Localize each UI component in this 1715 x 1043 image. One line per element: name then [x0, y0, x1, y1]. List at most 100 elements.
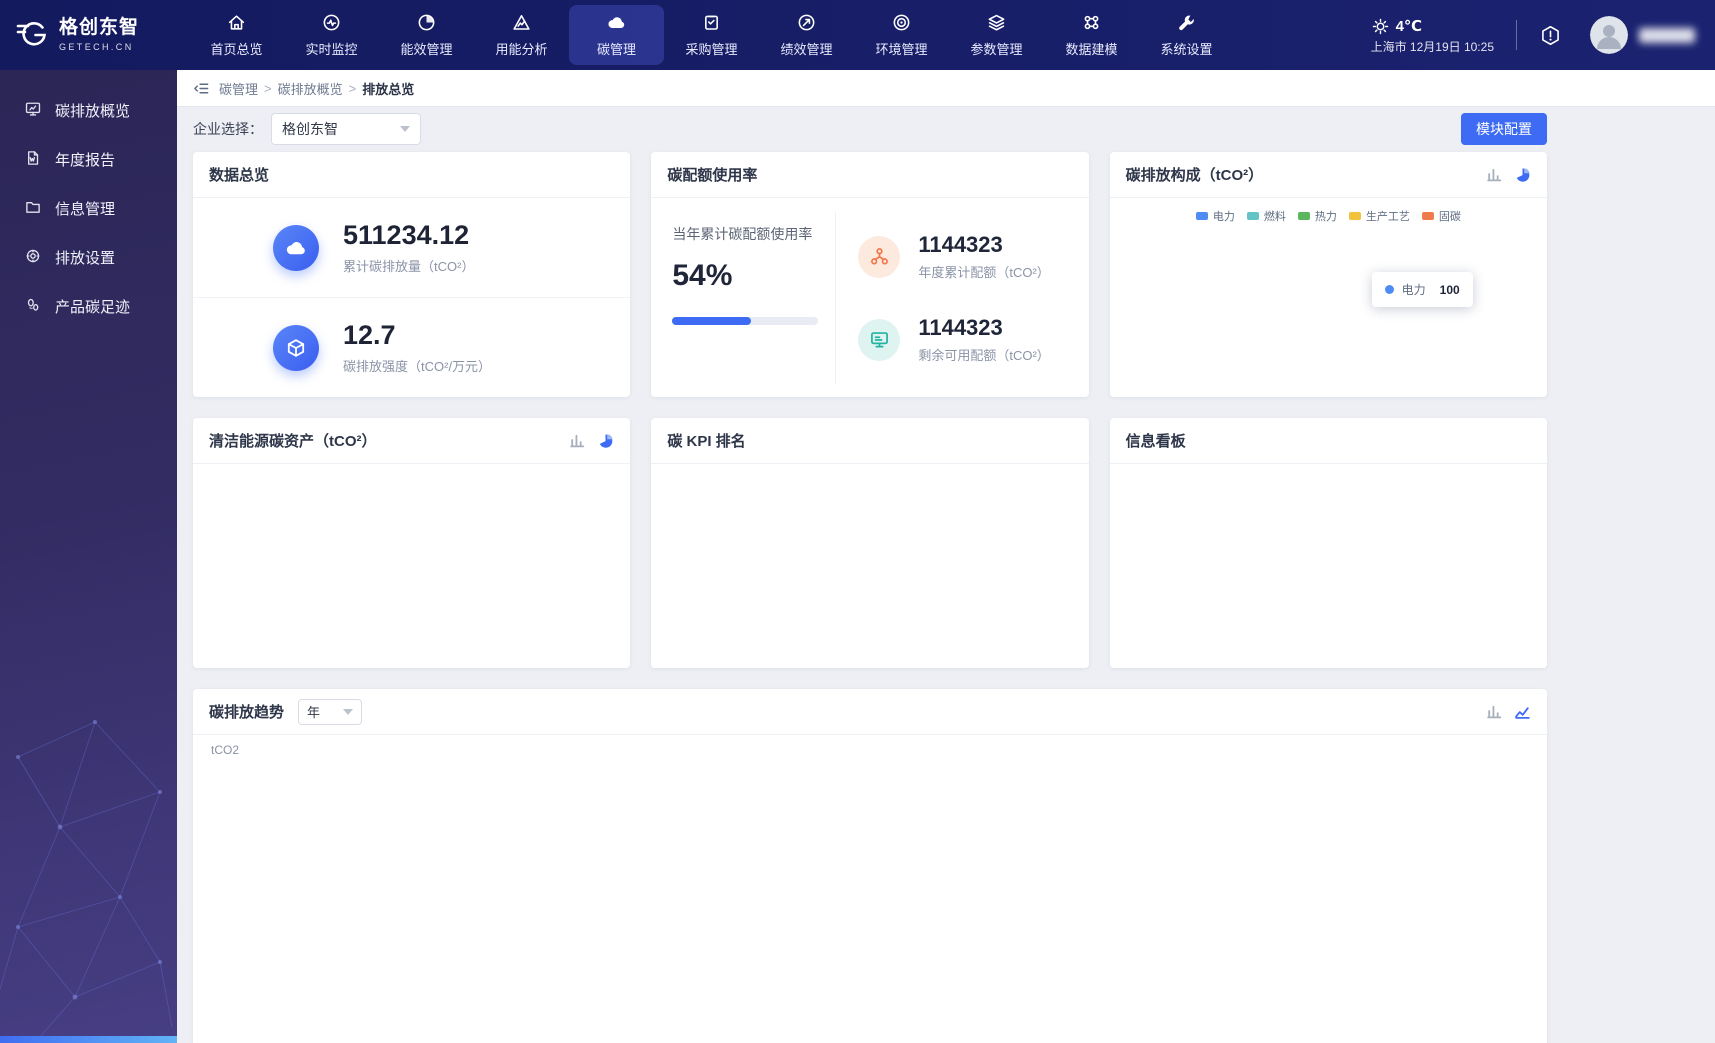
chevron-down-icon [343, 709, 353, 715]
legend-swatch [1298, 212, 1310, 220]
legend-swatch [1422, 212, 1434, 220]
params-icon [986, 12, 1007, 33]
main-area: 碳管理>碳排放概览>排放总览 企业选择： 格创东智 模块配置 数据总览 5112… [177, 70, 1715, 1043]
card-title: 数据总览 [209, 164, 269, 185]
nav-item-params[interactable]: 参数管理 [949, 5, 1044, 65]
trend-line-chart[interactable] [193, 761, 1515, 1001]
legend-item[interactable]: 燃料 [1247, 208, 1286, 224]
modeling-icon [1081, 12, 1102, 33]
legend-item[interactable]: 固碳 [1422, 208, 1461, 224]
legend-swatch [1349, 212, 1361, 220]
quota-progress-bar [672, 317, 818, 325]
org-icon [858, 236, 900, 278]
quota-stat: 1144323 剩余可用配额（tCO²） [858, 315, 1088, 364]
emission-icon [24, 247, 42, 269]
footprint-icon [24, 296, 42, 318]
home-icon [226, 12, 247, 33]
performance-icon [796, 12, 817, 33]
environment-icon [891, 12, 912, 33]
chart-tooltip: 电力 100 [1372, 272, 1473, 307]
stat-value: 511234.12 [343, 220, 474, 251]
line-chart-icon[interactable] [1514, 703, 1531, 720]
composition-donut-chart[interactable] [1110, 222, 1547, 394]
nav-item-modeling[interactable]: 数据建模 [1044, 5, 1139, 65]
overview-icon [24, 100, 42, 122]
constellation-decoration [0, 697, 177, 1037]
breadcrumb-separator: > [264, 81, 272, 96]
quota-usage-percent: 54% [672, 259, 835, 293]
nav-item-procurement[interactable]: 采购管理 [664, 5, 759, 65]
card-title: 碳排放构成（tCO²） [1126, 164, 1264, 185]
content: 数据总览 511234.12 累计碳排放量（tCO²） 12.7 碳排放强度（t… [177, 152, 1563, 1043]
monitor-icon [321, 12, 342, 33]
overview-stat: 12.7 碳排放强度（tCO²/万元） [193, 297, 630, 397]
tooltip-series-dot [1385, 285, 1394, 294]
username [1639, 28, 1695, 43]
card-kpi-ranking: 碳 KPI 排名 [651, 418, 1088, 668]
nav-right: 4℃ 上海市 12月19日 10:25 [1371, 16, 1715, 54]
infomgmt-icon [24, 198, 42, 220]
logo-title: 格创东智 [59, 18, 139, 39]
sidebar-bottom-accent [0, 1036, 177, 1043]
toolbar: 企业选择： 格创东智 模块配置 [177, 106, 1563, 152]
collapse-menu-icon[interactable] [193, 80, 210, 97]
legend-item[interactable]: 热力 [1298, 208, 1337, 224]
period-select[interactable]: 年 [298, 699, 362, 725]
nav-item-performance[interactable]: 绩效管理 [759, 5, 854, 65]
card-quota-usage: 碳配额使用率 当年累计碳配额使用率 54% 1144323 年度累计配额（tCO… [651, 152, 1088, 397]
bar-chart-icon[interactable] [1486, 703, 1503, 720]
stat-value: 12.7 [343, 320, 491, 351]
notification-icon[interactable] [1539, 24, 1562, 47]
nav-item-gauge[interactable]: 能效管理 [379, 5, 474, 65]
top-navigation: 格创东智 GETECH.CN 首页总览实时监控能效管理用能分析碳管理采购管理绩效… [0, 0, 1715, 70]
nav-item-home[interactable]: 首页总览 [189, 5, 284, 65]
sidebar-item-footprint[interactable]: 产品碳足迹 [0, 282, 177, 331]
stat-label: 剩余可用配额（tCO²） [918, 345, 1049, 364]
breadcrumb-item[interactable]: 碳排放概览 [278, 79, 343, 98]
pie-chart-icon[interactable] [1514, 166, 1531, 183]
nav-divider [1516, 20, 1517, 50]
breadcrumb: 碳管理>碳排放概览>排放总览 [219, 79, 414, 98]
sidebar-item-overview[interactable]: 碳排放概览 [0, 86, 177, 135]
sidebar-item-infomgmt[interactable]: 信息管理 [0, 184, 177, 233]
stat-value: 1144323 [918, 232, 1049, 258]
card-title: 信息看板 [1126, 430, 1186, 451]
nav-item-analysis[interactable]: 用能分析 [474, 5, 569, 65]
carbon-dashboard-app: 格创东智 GETECH.CN 首页总览实时监控能效管理用能分析碳管理采购管理绩效… [0, 0, 1715, 1043]
bar-chart-icon[interactable] [569, 432, 586, 449]
nav-item-settings[interactable]: 系统设置 [1139, 5, 1234, 65]
chevron-down-icon [400, 126, 410, 132]
avatar[interactable] [1590, 16, 1628, 54]
sidebar-item-report[interactable]: 年度报告 [0, 135, 177, 184]
breadcrumb-bar: 碳管理>碳排放概览>排放总览 [177, 70, 1715, 106]
cloud-icon [273, 225, 319, 271]
card-title: 碳配额使用率 [667, 164, 757, 185]
logo-mark-icon [14, 17, 50, 53]
sidebar: 碳排放概览年度报告信息管理排放设置产品碳足迹 [0, 70, 177, 1043]
weather-temp: 4℃ [1396, 19, 1423, 34]
enterprise-select[interactable]: 格创东智 [271, 113, 421, 145]
card-title: 清洁能源碳资产（tCO²） [209, 430, 377, 451]
report-icon [24, 149, 42, 171]
logo-subtitle: GETECH.CN [59, 42, 139, 52]
bar-chart-icon[interactable] [1486, 166, 1503, 183]
sidebar-item-emission[interactable]: 排放设置 [0, 233, 177, 282]
clean-energy-donut-chart[interactable] [193, 488, 630, 660]
stat-label: 累计碳排放量（tCO²） [343, 256, 474, 275]
settings-icon [1176, 12, 1197, 33]
pie-chart-icon[interactable] [597, 432, 614, 449]
legend-item[interactable]: 电力 [1196, 208, 1235, 224]
breadcrumb-item[interactable]: 碳管理 [219, 79, 258, 98]
legend-item[interactable]: 生产工艺 [1349, 208, 1410, 224]
nav-item-carbon[interactable]: 碳管理 [569, 5, 664, 65]
tooltip-value: 100 [1440, 283, 1460, 297]
module-config-button[interactable]: 模块配置 [1461, 113, 1547, 145]
nav-item-environment[interactable]: 环境管理 [854, 5, 949, 65]
legend-swatch [1196, 212, 1208, 220]
sun-icon [1371, 17, 1390, 36]
card-data-overview: 数据总览 511234.12 累计碳排放量（tCO²） 12.7 碳排放强度（t… [193, 152, 630, 397]
quota-stat: 1144323 年度累计配额（tCO²） [858, 232, 1088, 281]
logo[interactable]: 格创东智 GETECH.CN [0, 17, 177, 53]
analysis-icon [511, 12, 532, 33]
nav-item-monitor[interactable]: 实时监控 [284, 5, 379, 65]
